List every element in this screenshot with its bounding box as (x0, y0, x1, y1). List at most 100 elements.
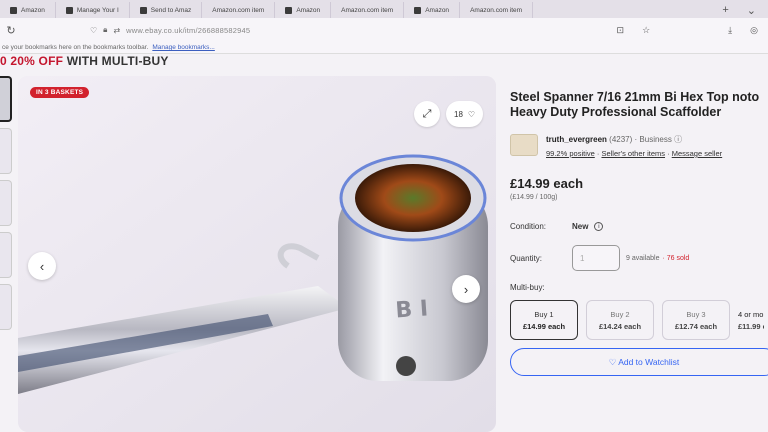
seller-other-items-link[interactable]: Seller's other items (601, 149, 665, 158)
thumbnail[interactable] (0, 76, 12, 122)
item-info-panel: Steel Spanner 7/16 21mm Bi Hex Top noto H… (510, 90, 768, 376)
downloads-icon[interactable]: ⤓ (728, 25, 732, 36)
tab-controls: + ⌄ (710, 2, 768, 18)
page-content: 0 20% OFF WITH MULTI-BUY B I IN 3 BASKET… (0, 54, 768, 432)
multibuy-qty: 4 or mo (738, 309, 764, 319)
tab-label: Amazon.com item (470, 6, 523, 14)
condition-row: Condition: New i (510, 222, 768, 231)
tab[interactable]: Amazon.com item (202, 2, 276, 18)
seller-links: 99.2% positive · Seller's other items · … (546, 149, 722, 158)
tab-label: Send to Amaz (150, 6, 192, 14)
seller-type: · Business (634, 135, 672, 144)
reload-icon[interactable]: ↻ (0, 24, 22, 37)
title-line: Heavy Duty Professional Scaffolder (510, 105, 722, 119)
multibuy-price: £14.99 each (522, 321, 566, 331)
tab[interactable]: Amazon (404, 2, 461, 18)
tab[interactable]: Send to Amaz (130, 2, 203, 18)
multibuy-options: Buy 1 £14.99 each Buy 2 £14.24 each Buy 3 £… (510, 300, 768, 340)
product-image-viewer[interactable]: B I IN 3 BASKETS ⤢ 18 ♡ ‹ › (18, 76, 496, 432)
thumbnail[interactable] (0, 180, 12, 226)
multibuy-qty: Buy 3 (686, 309, 706, 319)
bookmarks-bar: ce your bookmarks here on the bookmarks … (0, 42, 768, 54)
pocket-icon[interactable]: ⊡ (617, 25, 625, 36)
multibuy-label: Multi-buy: (510, 283, 545, 292)
tab-label: Amazon (296, 6, 321, 14)
next-image-button[interactable]: › (452, 275, 480, 303)
price-per-unit: (£14.99 / 100g) (510, 194, 558, 201)
amazon-favicon-icon (10, 6, 17, 14)
multibuy-option[interactable]: 4 or mo £11.99 e (738, 300, 764, 340)
tab[interactable]: Amazon (275, 2, 332, 18)
separator: · (667, 149, 670, 158)
message-seller-link[interactable]: Message seller (672, 149, 722, 158)
bookmarks-message: ce your bookmarks here on the bookmarks … (2, 44, 149, 51)
watch-count: 18 (454, 109, 463, 119)
thumbnail[interactable] (0, 284, 12, 330)
manage-bookmarks-link[interactable]: Manage bookmarks... (152, 44, 215, 51)
seller-avatar[interactable] (510, 134, 538, 156)
promo-text: WITH MULTI-BUY (63, 54, 169, 68)
multibuy-price: £14.24 each (598, 321, 642, 331)
new-tab-button[interactable]: + (722, 4, 728, 16)
tab[interactable]: Amazon (0, 2, 56, 18)
amazon-favicon-icon (65, 6, 73, 14)
tab[interactable]: Amazon.com item (331, 2, 405, 18)
available-count: 9 available (626, 254, 660, 262)
shield-icon[interactable]: ♡ (90, 26, 97, 35)
tab[interactable]: Manage Your I (56, 2, 130, 18)
watch-count-button[interactable]: 18 ♡ (446, 101, 484, 127)
tab-label: Amazon.com item (212, 6, 265, 14)
tab-label: Manage Your I (76, 6, 119, 14)
account-icon[interactable]: ◎ (750, 25, 758, 36)
url-text[interactable]: www.ebay.co.uk/itm/266888582945 (126, 26, 250, 35)
prev-image-button[interactable]: ‹ (28, 252, 56, 280)
title-line: Steel Spanner 7/16 21mm Bi Hex Top noto (510, 90, 760, 104)
promo-highlight: 0 20% OFF (0, 54, 64, 68)
thumbnail[interactable] (0, 128, 12, 174)
thumbnail[interactable] (0, 232, 12, 278)
tab-label: Amazon (425, 6, 450, 14)
address-bar[interactable]: ♡ 🔒︎ ⇄ www.ebay.co.uk/itm/266888582945 (82, 21, 617, 39)
quantity-row: Quantity: 1 9 available · 76 sold (510, 245, 768, 271)
tab[interactable]: Amazon.com item (460, 2, 534, 18)
amazon-favicon-icon (139, 6, 147, 14)
seller-feedback-count: (4237) (609, 135, 633, 144)
permissions-icon[interactable]: ⇄ (113, 26, 120, 35)
info-icon[interactable]: i (594, 222, 604, 231)
multibuy-option[interactable]: Buy 3 £12.74 each (662, 300, 730, 340)
multibuy-qty: Buy 2 (610, 309, 630, 319)
amazon-favicon-icon (414, 6, 422, 14)
heart-icon: ♡ (467, 109, 476, 119)
toolbar-actions: ⊡ ☆ ⤓ ◎ (617, 25, 768, 36)
multibuy-price: £12.74 each (674, 321, 718, 331)
toolbar: ↻ ♡ 🔒︎ ⇄ www.ebay.co.uk/itm/266888582945… (0, 18, 768, 42)
baskets-badge: IN 3 BASKETS (30, 87, 90, 98)
info-icon[interactable]: ⓘ (674, 135, 682, 144)
engraving: B I (395, 296, 429, 323)
tab-strip: Amazon Manage Your I Send to Amaz Amazon… (0, 0, 768, 18)
socket-interior (355, 164, 471, 232)
quantity-input[interactable]: 1 (572, 245, 620, 271)
lock-icon[interactable]: 🔒︎ (103, 25, 107, 35)
multibuy-option[interactable]: Buy 2 £14.24 each (586, 300, 654, 340)
tab-label: Amazon.com item (341, 6, 394, 14)
multibuy-option[interactable]: Buy 1 £14.99 each (510, 300, 578, 340)
separator: · (596, 149, 600, 158)
thumbnail-strip (0, 76, 14, 432)
multibuy-qty: Buy 1 (534, 309, 554, 319)
seller-positive[interactable]: 99.2% positive (546, 149, 595, 158)
tab-label: Amazon (21, 6, 45, 14)
bookmark-star-icon[interactable]: ☆ (642, 25, 650, 36)
tab-list-button[interactable]: ⌄ (747, 4, 756, 17)
image-tools: ⤢ 18 ♡ (414, 101, 484, 127)
amazon-favicon-icon (285, 6, 293, 14)
pin-hole (396, 356, 416, 376)
add-to-watchlist-button[interactable]: ♡ Add to Watchlist (510, 348, 768, 376)
promo-banner: 0 20% OFF WITH MULTI-BUY (0, 54, 169, 68)
listing-title: Steel Spanner 7/16 21mm Bi Hex Top noto H… (510, 90, 768, 120)
expand-icon[interactable]: ⤢ (414, 101, 440, 127)
quantity-label: Quantity: (510, 253, 543, 263)
condition-label: Condition: (510, 222, 547, 231)
multibuy-price: £11.99 e (738, 321, 764, 331)
seller-name[interactable]: truth_evergreen (546, 135, 607, 144)
